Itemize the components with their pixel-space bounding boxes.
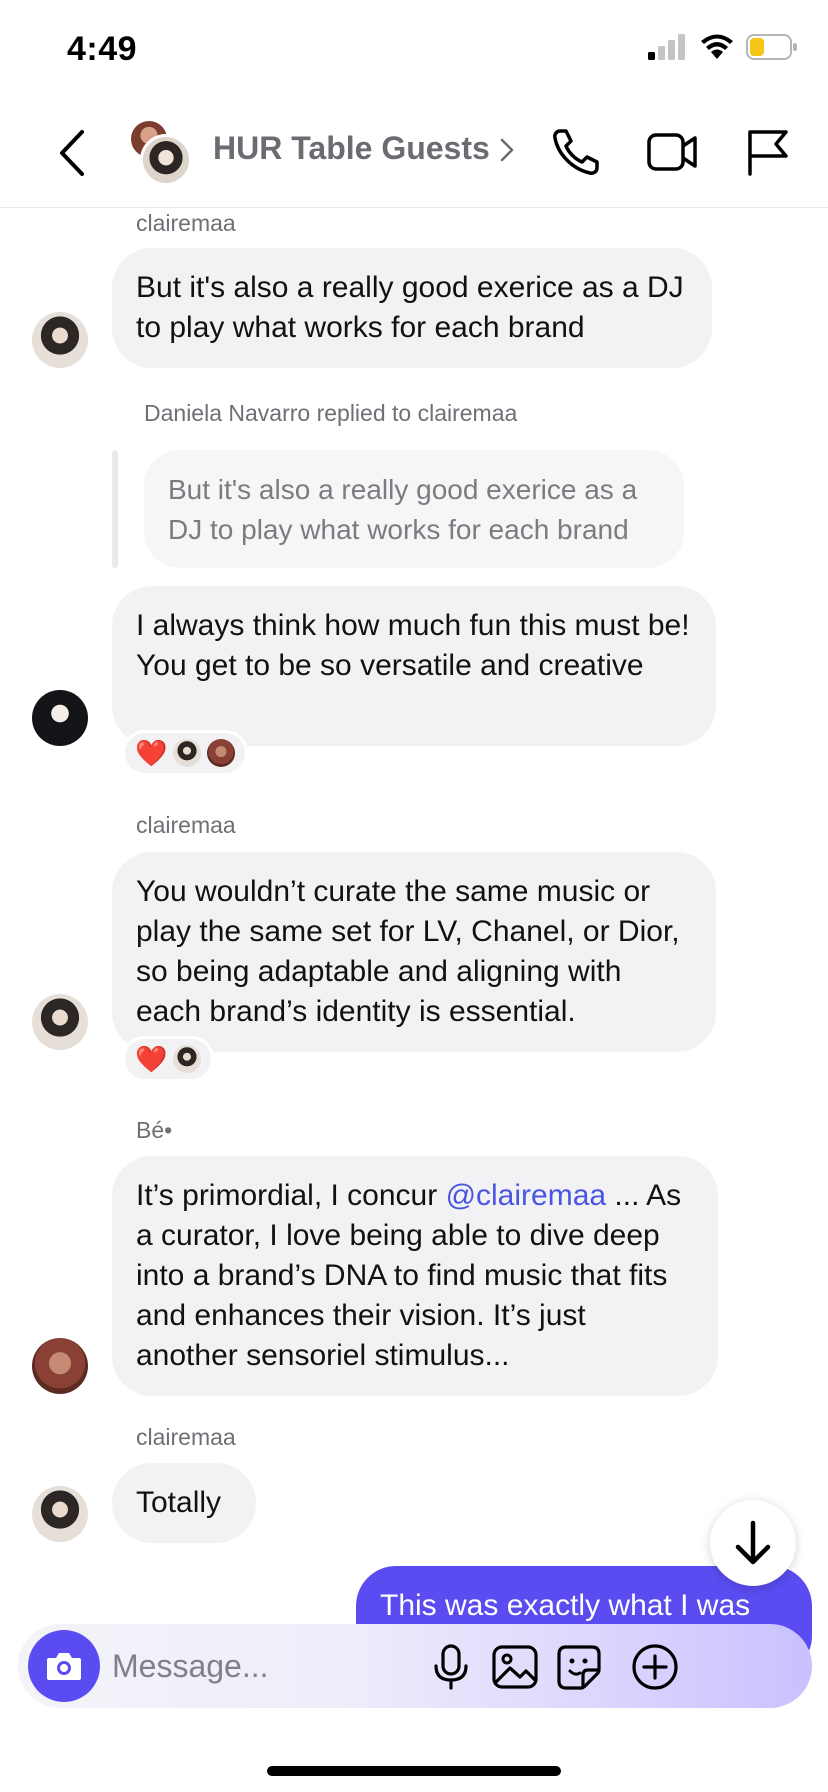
reaction-bar[interactable]: ❤️ (122, 730, 249, 776)
sender-name: clairemaa (136, 210, 236, 236)
message-bubble[interactable]: You wouldn’t curate the same music or pl… (112, 852, 716, 1052)
avatar[interactable] (32, 994, 88, 1050)
wifi-icon (701, 34, 733, 59)
camera-button[interactable] (28, 1630, 100, 1702)
reaction-bar[interactable]: ❤️ (122, 1036, 215, 1082)
reactor-avatar (207, 739, 236, 767)
heart-reaction: ❤️ (135, 738, 168, 768)
avatar[interactable] (32, 690, 88, 746)
phone-icon[interactable] (550, 126, 602, 178)
mention-link[interactable]: @clairemaa (446, 1179, 607, 1212)
message-input[interactable] (112, 1624, 432, 1708)
sticker-icon[interactable] (554, 1642, 604, 1692)
sender-name: clairemaa (136, 812, 236, 838)
status-time: 4:49 (67, 30, 138, 68)
flag-icon[interactable] (742, 126, 794, 178)
scroll-to-bottom-button[interactable] (710, 1500, 796, 1586)
microphone-icon[interactable] (426, 1642, 476, 1692)
message-bubble[interactable]: Totally (112, 1463, 256, 1543)
video-icon[interactable] (646, 126, 698, 178)
sender-name: clairemaa (136, 1424, 236, 1450)
reply-quote[interactable]: But it's also a really good exerice as a… (144, 450, 684, 568)
plus-icon[interactable] (630, 1642, 680, 1692)
message-text: It’s primordial, I concur (136, 1179, 446, 1212)
avatar[interactable] (32, 1338, 88, 1394)
reactor-avatar (173, 739, 202, 767)
back-icon[interactable] (52, 128, 92, 178)
chevron-right-icon (500, 138, 514, 162)
cellular-signal-icon (648, 34, 685, 60)
reply-bar (112, 450, 118, 568)
message-bubble[interactable]: I always think how much fun this must be… (112, 586, 716, 746)
chat-title[interactable]: HUR Table Guests (213, 130, 490, 167)
avatar[interactable] (32, 1486, 88, 1542)
arrow-down-icon (735, 1520, 771, 1565)
message-composer (18, 1624, 812, 1708)
message-bubble[interactable]: It’s primordial, I concur @clairemaa ...… (112, 1156, 718, 1396)
heart-reaction: ❤️ (135, 1044, 168, 1074)
member-avatar (140, 134, 192, 186)
battery-icon (746, 34, 797, 60)
home-indicator (267, 1766, 561, 1776)
status-icons (648, 34, 798, 60)
reactor-avatar (173, 1045, 202, 1073)
group-avatar[interactable] (126, 118, 192, 186)
avatar[interactable] (32, 312, 88, 368)
reply-meta: Daniela Navarro replied to clairemaa (144, 400, 518, 426)
image-icon[interactable] (490, 1642, 540, 1692)
sender-name: Bé• (136, 1117, 173, 1143)
chat-header: HUR Table Guests (0, 100, 828, 208)
camera-icon (47, 1653, 81, 1680)
message-bubble[interactable]: But it's also a really good exerice as a… (112, 248, 712, 368)
